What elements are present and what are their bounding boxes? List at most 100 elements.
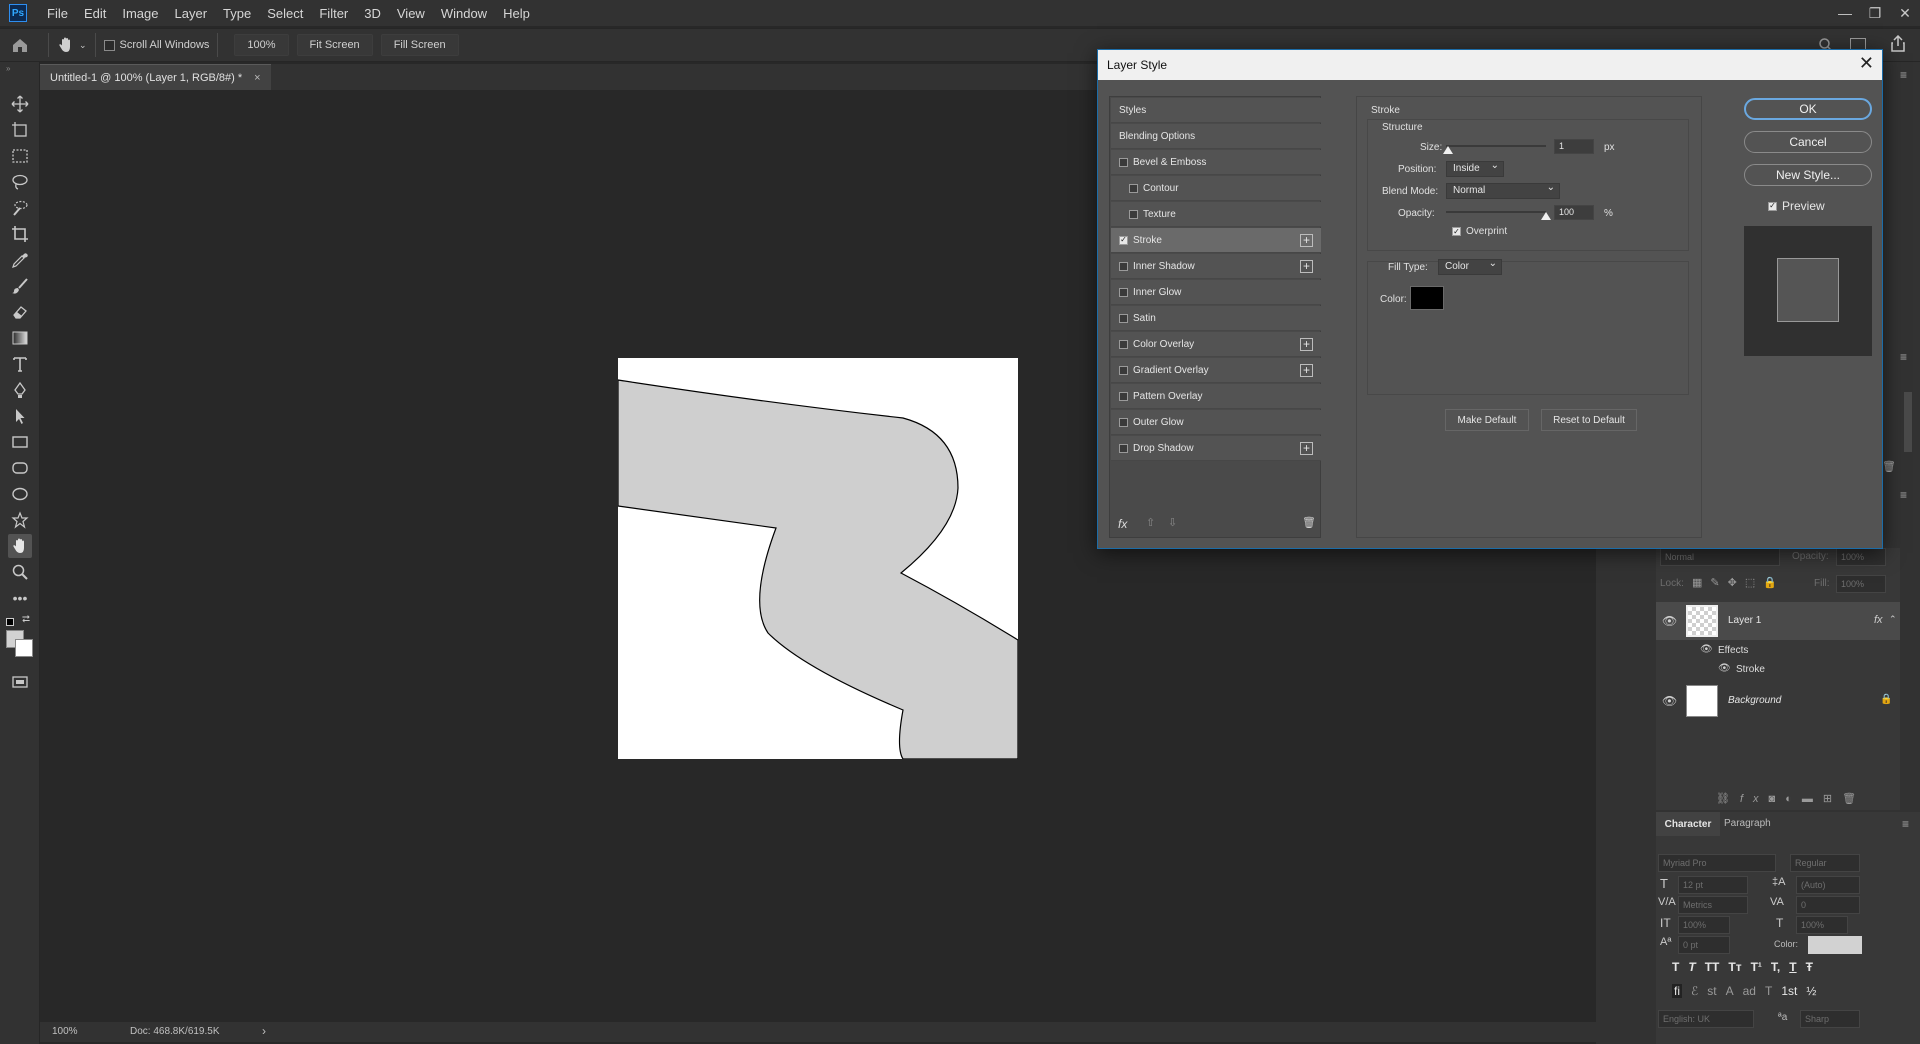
ligatures-button[interactable]: fi (1672, 984, 1682, 998)
checkbox[interactable] (1119, 313, 1128, 323)
effect-item-stroke[interactable]: ✓ Stroke + (1111, 228, 1321, 253)
hand-tool-icon[interactable]: ⌄ (57, 36, 87, 54)
menu-type[interactable]: Type (215, 6, 259, 21)
fill-type-select[interactable]: Color (1438, 257, 1502, 275)
scrollbar[interactable] (1904, 392, 1912, 452)
opacity-input[interactable]: 100 (1554, 205, 1594, 220)
tab-paragraph[interactable]: Paragraph (1724, 818, 1771, 829)
add-effect-icon[interactable]: + (1300, 337, 1313, 351)
effect-item-color-overlay[interactable]: Color Overlay + (1111, 332, 1321, 357)
opacity-slider[interactable] (1446, 211, 1551, 220)
menu-help[interactable]: Help (495, 6, 538, 21)
tab-character[interactable]: Character (1656, 812, 1720, 836)
layer-name[interactable]: Layer 1 (1728, 615, 1761, 626)
size-slider[interactable] (1443, 145, 1546, 154)
effect-item-satin[interactable]: Satin (1111, 306, 1321, 331)
gradient-tool-icon[interactable] (8, 326, 32, 350)
screen-mode-icon[interactable] (8, 670, 32, 694)
fractions-button[interactable]: ½ (1806, 984, 1816, 998)
add-effect-icon[interactable]: + (1300, 363, 1313, 377)
checkbox-checked[interactable]: ✓ (1768, 201, 1777, 211)
blend-mode-select[interactable]: Normal (1660, 548, 1780, 566)
layer-name[interactable]: Background (1728, 695, 1781, 706)
stylistic-alternates-button[interactable]: st (1707, 984, 1716, 998)
checkbox-icon[interactable] (103, 39, 115, 51)
menu-image[interactable]: Image (114, 6, 166, 21)
layer-fx-icon[interactable]: fx (1874, 614, 1883, 626)
checkbox[interactable] (1119, 365, 1128, 375)
discretionary-ligatures-button[interactable]: ℰ (1691, 984, 1698, 998)
font-style-select[interactable]: Regular (1790, 854, 1860, 872)
menu-filter[interactable]: Filter (311, 6, 356, 21)
panel-menu-icon[interactable]: ≡ (1900, 350, 1907, 364)
position-select[interactable]: Inside (1446, 159, 1504, 177)
add-effect-icon[interactable]: + (1300, 441, 1313, 455)
restore-icon[interactable]: ❐ (1860, 0, 1890, 26)
leading-field[interactable]: (Auto) (1796, 876, 1860, 894)
checkbox[interactable] (1129, 183, 1138, 193)
minimize-icon[interactable]: — (1830, 0, 1860, 26)
zoom-100-button[interactable]: 100% (234, 34, 289, 56)
checkbox[interactable] (1119, 261, 1128, 271)
all-caps-button[interactable]: TT (1705, 960, 1720, 974)
checkbox[interactable] (1119, 339, 1128, 349)
overprint-checkbox[interactable]: ✓ Overprint (1452, 226, 1507, 237)
faux-italic-button[interactable]: T (1688, 960, 1695, 974)
add-style-icon[interactable]: fx (1740, 793, 1769, 805)
artboard-tool-icon[interactable] (8, 118, 32, 142)
menu-3d[interactable]: 3D (356, 6, 389, 21)
chevron-down-icon[interactable]: ⌄ (79, 40, 87, 51)
layer-opacity-field[interactable]: 100% (1836, 548, 1886, 566)
rectangle-tool-icon[interactable] (8, 430, 32, 454)
fit-screen-button[interactable]: Fit Screen (296, 34, 373, 56)
add-effect-icon[interactable]: + (1300, 259, 1313, 273)
faux-bold-button[interactable]: T (1672, 960, 1679, 974)
vertical-scale-field[interactable]: 100% (1678, 916, 1730, 934)
close-icon[interactable]: ✕ (1859, 53, 1874, 74)
dialog-title-bar[interactable]: Layer Style ✕ (1098, 50, 1882, 80)
add-mask-icon[interactable]: ◙ (1769, 793, 1786, 805)
superscript-button[interactable]: T¹ (1751, 960, 1762, 974)
layer-row[interactable]: 👁 Layer 1 fx ⌃ (1656, 602, 1900, 640)
eyedropper-tool-icon[interactable] (8, 248, 32, 272)
ok-button[interactable]: OK (1744, 98, 1872, 120)
rounded-rectangle-tool-icon[interactable] (8, 456, 32, 480)
font-size-field[interactable]: 12 pt (1678, 876, 1748, 894)
ellipse-tool-icon[interactable] (8, 482, 32, 506)
scroll-all-windows-checkbox[interactable]: Scroll All Windows (103, 39, 209, 51)
add-effect-icon[interactable]: + (1300, 233, 1313, 247)
horizontal-scale-field[interactable]: 100% (1796, 916, 1848, 934)
effect-item-bevel-emboss[interactable]: Bevel & Emboss (1111, 150, 1321, 175)
menu-select[interactable]: Select (259, 6, 311, 21)
text-color-swatch[interactable] (1808, 936, 1862, 954)
subscript-button[interactable]: T, (1771, 960, 1780, 974)
font-family-select[interactable]: Myriad Pro (1658, 854, 1776, 872)
effect-item-texture[interactable]: Texture (1111, 202, 1321, 227)
move-down-icon[interactable]: ⇩ (1168, 516, 1177, 529)
custom-shape-tool-icon[interactable] (8, 508, 32, 532)
checkbox[interactable] (1119, 443, 1128, 453)
swash-button[interactable]: A (1726, 984, 1734, 998)
crop-tool-icon[interactable] (8, 222, 32, 246)
checkbox[interactable] (1119, 157, 1128, 167)
collapse-icon[interactable]: » (6, 64, 10, 73)
eraser-tool-icon[interactable] (8, 300, 32, 324)
document-canvas[interactable] (618, 358, 1018, 759)
antialias-select[interactable]: Sharp (1800, 1010, 1860, 1028)
effect-item-contour[interactable]: Contour (1111, 176, 1321, 201)
close-tab-icon[interactable]: × (254, 72, 260, 84)
blend-mode-select[interactable]: Normal (1446, 181, 1560, 199)
strikethrough-button[interactable]: Ŧ (1806, 960, 1813, 974)
menu-view[interactable]: View (389, 6, 433, 21)
menu-window[interactable]: Window (433, 6, 495, 21)
checkbox[interactable] (1119, 417, 1128, 427)
baseline-shift-field[interactable]: 0 pt (1678, 936, 1730, 954)
checkbox[interactable] (1119, 287, 1128, 297)
quick-selection-tool-icon[interactable] (8, 196, 32, 220)
layer-row[interactable]: 👁 Background 🔒 (1656, 682, 1900, 720)
contextual-alternates-button[interactable]: T (1765, 984, 1772, 998)
status-zoom[interactable]: 100% (52, 1026, 78, 1037)
panel-menu-icon[interactable]: ≡ (1900, 68, 1907, 82)
effect-item-pattern-overlay[interactable]: Pattern Overlay (1111, 384, 1321, 409)
reset-to-default-button[interactable]: Reset to Default (1541, 409, 1637, 431)
